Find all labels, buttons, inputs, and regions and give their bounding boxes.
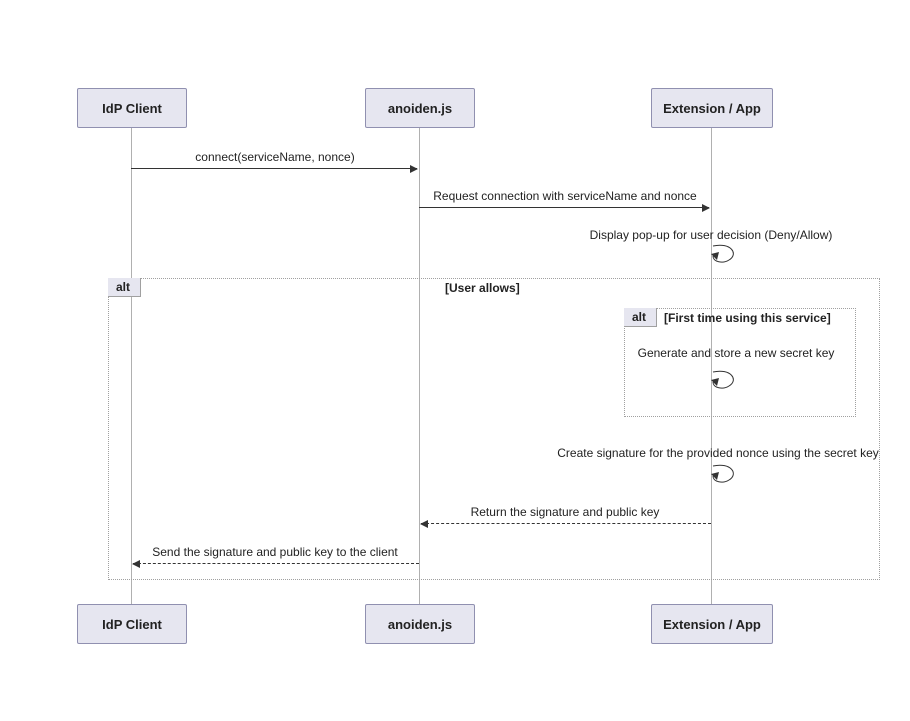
participant-anoiden-js-top: anoiden.js (365, 88, 475, 128)
alt-label-outer: alt (108, 278, 141, 297)
message-generate-key: Generate and store a new secret key (612, 346, 860, 360)
alt-condition-first-time: [First time using this service] (664, 311, 831, 325)
sequence-diagram: IdP Client anoiden.js Extension / App Id… (0, 0, 910, 721)
participant-extension-app-bottom: Extension / App (651, 604, 773, 644)
participant-extension-app-top: Extension / App (651, 88, 773, 128)
alt-label-inner: alt (624, 308, 657, 327)
participant-anoiden-js-bottom: anoiden.js (365, 604, 475, 644)
message-request-connection: Request connection with serviceName and … (419, 189, 711, 203)
arrow-return-signature (421, 523, 711, 524)
message-send-signature: Send the signature and public key to the… (131, 545, 419, 559)
arrow-request-connection (419, 207, 709, 208)
message-create-signature: Create signature for the provided nonce … (538, 446, 898, 460)
alt-condition-user-allows: [User allows] (445, 281, 520, 295)
arrow-connect (131, 168, 417, 169)
participant-idp-client-bottom: IdP Client (77, 604, 187, 644)
selfloop-generate-key (711, 370, 739, 386)
selfloop-display-popup (711, 244, 739, 260)
message-connect: connect(serviceName, nonce) (131, 150, 419, 164)
arrow-send-signature (133, 563, 419, 564)
selfloop-create-signature (711, 464, 739, 480)
participant-idp-client-top: IdP Client (77, 88, 187, 128)
message-return-signature: Return the signature and public key (419, 505, 711, 519)
message-display-popup: Display pop-up for user decision (Deny/A… (560, 228, 862, 242)
